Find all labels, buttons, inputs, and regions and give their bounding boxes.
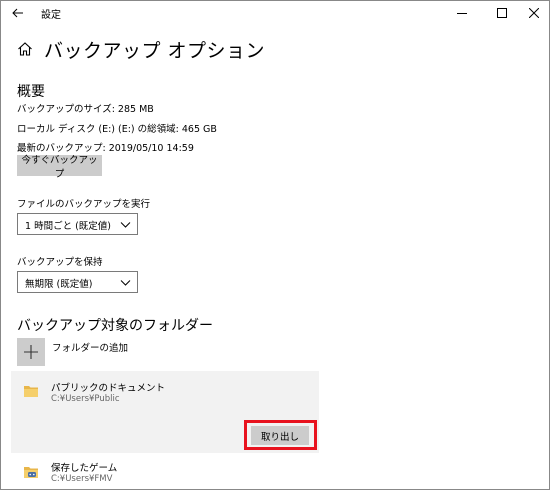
page-title: バックアップ オプション [44, 40, 266, 62]
folder-icon [24, 386, 38, 397]
backup-now-button[interactable]: 今すぐバックアップ [17, 155, 102, 180]
retention-value: 無期限 (既定値) [25, 279, 93, 290]
back-arrow-icon [12, 8, 23, 18]
maximize-icon [497, 8, 507, 18]
minimize-button[interactable] [445, 1, 479, 25]
folder-path: C:¥Users¥FMV [51, 474, 113, 484]
add-folder-label[interactable]: フォルダーの追加 [52, 340, 128, 354]
schedule-label: ファイルのバックアップを実行 [17, 199, 151, 210]
retention-label: バックアップを保持 [17, 257, 103, 268]
home-icon[interactable] [17, 41, 33, 57]
maximize-button[interactable] [485, 1, 519, 25]
title-bar: 設定 [1, 1, 549, 27]
saved-games-icon [24, 467, 38, 478]
back-button[interactable] [5, 2, 31, 24]
folder-name: パブリックのドキュメント [51, 383, 166, 394]
overview-heading: 概要 [17, 84, 45, 100]
app-title: 設定 [41, 10, 61, 21]
minimize-icon [457, 13, 467, 14]
close-icon [529, 8, 539, 18]
folder-name[interactable]: 保存したゲーム [51, 460, 117, 474]
chevron-down-icon [120, 222, 131, 228]
chevron-down-icon [120, 280, 131, 286]
remove-folder-button[interactable]: 取り出し [251, 426, 309, 445]
folders-heading: バックアップ対象のフォルダー [17, 318, 213, 334]
folder-path: C:¥Users¥Public [51, 394, 120, 404]
backup-size-text: バックアップのサイズ: 285 MB [17, 104, 154, 115]
disk-space-text: ローカル ディスク (E:) (E:) の総領域: 465 GB [17, 124, 217, 135]
add-folder-button[interactable] [17, 338, 45, 366]
plus-icon [24, 345, 38, 359]
schedule-value: 1 時間ごと (既定値) [25, 221, 111, 232]
schedule-dropdown[interactable]: 1 時間ごと (既定値) [17, 213, 138, 235]
settings-window: 設定 バックアップ オプション 概要 バックアップのサイズ: 285 MB ロー… [0, 0, 550, 490]
close-button[interactable] [517, 1, 550, 25]
retention-dropdown[interactable]: 無期限 (既定値) [17, 271, 138, 293]
